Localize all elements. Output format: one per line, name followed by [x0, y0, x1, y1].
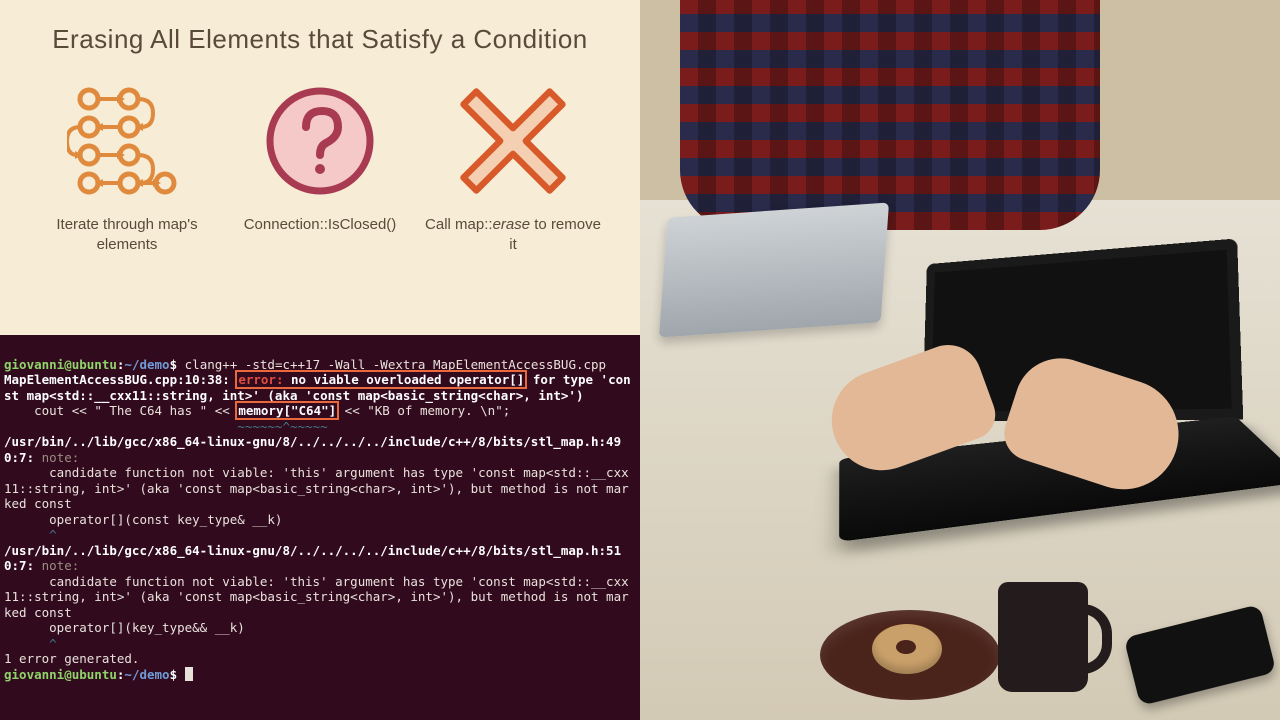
step-erase-caption: Call map::erase to remove it: [424, 215, 602, 256]
prompt-path: ~/demo: [124, 357, 169, 372]
photo-panel: [640, 0, 1280, 720]
note1-location: /usr/bin/../lib/gcc/x86_64-linux-gnu/8/.…: [4, 434, 621, 465]
slide-panel: Erasing All Elements that Satisfy a Cond…: [0, 0, 640, 335]
step-iterate: Iterate through map's elements: [38, 81, 216, 256]
error-label: error:: [238, 372, 283, 387]
prompt-user: giovanni@ubuntu: [4, 357, 117, 372]
cross-x-icon: [453, 81, 573, 201]
note2-label: note:: [42, 558, 80, 573]
terminal-cursor: [185, 667, 193, 681]
error-highlight-expr: memory["C64"]: [237, 403, 337, 418]
question-circle-icon: [260, 81, 380, 201]
note1-label: note:: [42, 450, 80, 465]
note2-signature: operator[](key_type&& __k): [4, 620, 245, 635]
error-message-main: no viable overloaded operator[]: [291, 372, 524, 387]
note2-body: candidate function not viable: 'this' ar…: [4, 574, 629, 620]
donut: [872, 624, 942, 674]
note1-signature: operator[](const key_type& __k): [4, 512, 282, 527]
terminal-panel: giovanni@ubuntu:~/demo$ clang++ -std=c++…: [0, 335, 640, 720]
step-condition: Connection::IsClosed(): [231, 81, 409, 235]
error-code-line-b: << "KB of memory. \n";: [337, 403, 510, 418]
coffee-mug: [998, 582, 1088, 692]
step-iterate-caption: Iterate through map's elements: [38, 215, 216, 256]
person-plaid-shirt: [680, 0, 1100, 230]
slide-title: Erasing All Elements that Satisfy a Cond…: [34, 24, 606, 55]
slide-steps-row: Iterate through map's elements Connectio…: [34, 81, 606, 256]
note2-location: /usr/bin/../lib/gcc/x86_64-linux-gnu/8/.…: [4, 543, 621, 574]
caret-line-1: ~~~~~~^~~~~~: [4, 419, 328, 434]
photo-illustration: [640, 0, 1280, 720]
error-code-line-a: cout << " The C64 has " <<: [4, 403, 237, 418]
left-column: Erasing All Elements that Satisfy a Cond…: [0, 0, 640, 720]
error-summary: 1 error generated.: [4, 651, 139, 666]
note1-body: candidate function not viable: 'this' ar…: [4, 465, 629, 511]
step-condition-caption: Connection::IsClosed(): [244, 215, 397, 235]
iterate-flow-icon: [67, 81, 187, 201]
step-erase: Call map::erase to remove it: [424, 81, 602, 256]
caret-line-3: ^: [4, 636, 57, 651]
terminal-command: clang++ -std=c++17 -Wall -Wextra MapElem…: [185, 357, 606, 372]
caret-line-2: ^: [4, 527, 57, 542]
error-location: MapElementAccessBUG.cpp:10:38:: [4, 372, 230, 387]
screenshot-root: Erasing All Elements that Satisfy a Cond…: [0, 0, 1280, 720]
